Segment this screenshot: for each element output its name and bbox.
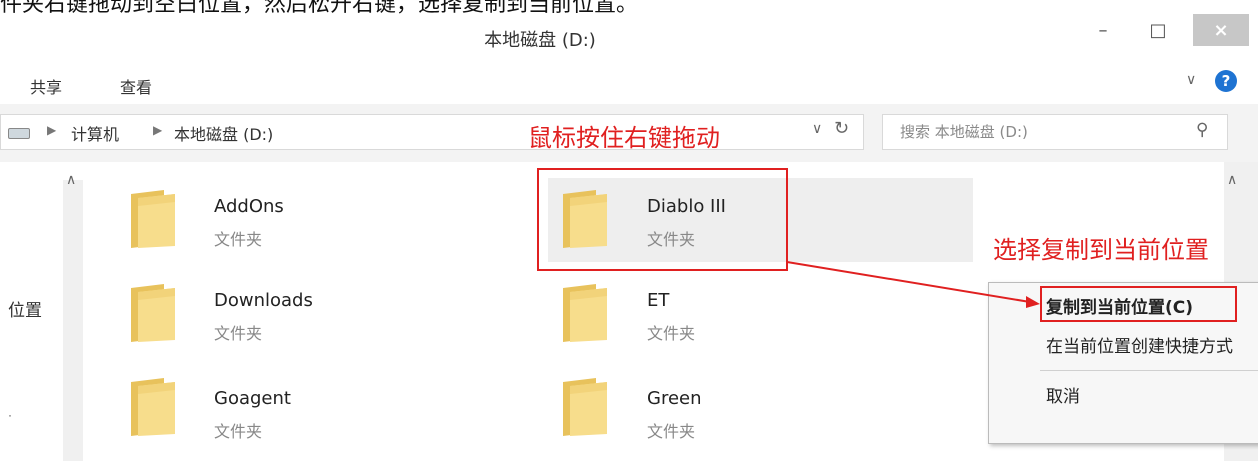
menu-item-create-shortcut[interactable]: 在当前位置创建快捷方式 <box>1046 332 1258 357</box>
breadcrumb-separator-icon[interactable]: ▶ <box>153 123 162 137</box>
search-icon[interactable]: ⚲ <box>1196 120 1208 140</box>
folder-tile[interactable] <box>560 282 610 346</box>
help-icon[interactable]: ? <box>1215 70 1237 92</box>
scroll-up-icon[interactable]: ∧ <box>66 172 76 188</box>
menu-separator <box>1040 370 1258 371</box>
tab-view[interactable]: 查看 <box>120 74 152 98</box>
menu-item-highlight <box>1040 286 1237 322</box>
drive-icon <box>8 128 30 139</box>
scroll-up-icon[interactable]: ∧ <box>1227 172 1237 188</box>
drag-annotation: 鼠标按住右键拖动 <box>528 124 720 152</box>
folder-icon <box>563 284 607 342</box>
folder-name[interactable]: Downloads <box>214 290 313 311</box>
close-button[interactable]: × <box>1193 14 1249 46</box>
search-placeholder: 搜索 本地磁盘 (D:) <box>900 123 1028 141</box>
address-bar[interactable] <box>0 114 864 150</box>
folder-name[interactable]: Green <box>647 388 702 409</box>
minimize-button[interactable]: – <box>1083 14 1123 46</box>
copy-annotation: 选择复制到当前位置 <box>993 236 1209 264</box>
breadcrumb-drive[interactable]: 本地磁盘 (D:) <box>174 121 273 145</box>
folder-type: 文件夹 <box>214 422 263 441</box>
folder-icon <box>131 284 175 342</box>
folder-tile[interactable] <box>560 376 610 440</box>
folder-name[interactable]: Goagent <box>214 388 291 409</box>
nav-scrollbar[interactable] <box>63 180 83 461</box>
nav-item-location[interactable]: 位置 <box>8 296 42 321</box>
folder-tile[interactable] <box>128 282 178 346</box>
folder-name[interactable]: AddOns <box>214 196 284 217</box>
breadcrumb-computer[interactable]: 计算机 <box>71 121 119 145</box>
folder-type: 文件夹 <box>647 422 696 441</box>
drag-source-highlight <box>537 168 788 271</box>
breadcrumb-separator-icon[interactable]: ▶ <box>47 123 56 137</box>
ribbon <box>0 62 1258 104</box>
folder-type: 文件夹 <box>214 230 263 249</box>
ribbon-expand-icon[interactable]: ∨ <box>1186 72 1196 88</box>
refresh-icon[interactable]: ↻ <box>834 118 849 139</box>
maximize-button[interactable]: □ <box>1138 14 1178 46</box>
window-title: 本地磁盘 (D:) <box>484 30 596 51</box>
folder-icon <box>131 190 175 248</box>
folder-name[interactable]: ET <box>647 290 669 311</box>
folder-type: 文件夹 <box>214 324 263 343</box>
folder-icon <box>131 378 175 436</box>
folder-tile[interactable] <box>128 376 178 440</box>
folder-type: 文件夹 <box>647 324 696 343</box>
folder-icon <box>563 378 607 436</box>
tab-share[interactable]: 共享 <box>30 74 62 98</box>
chevron-down-icon[interactable]: ∨ <box>812 121 822 137</box>
menu-item-cancel[interactable]: 取消 <box>1046 382 1080 407</box>
folder-tile[interactable] <box>128 188 178 252</box>
